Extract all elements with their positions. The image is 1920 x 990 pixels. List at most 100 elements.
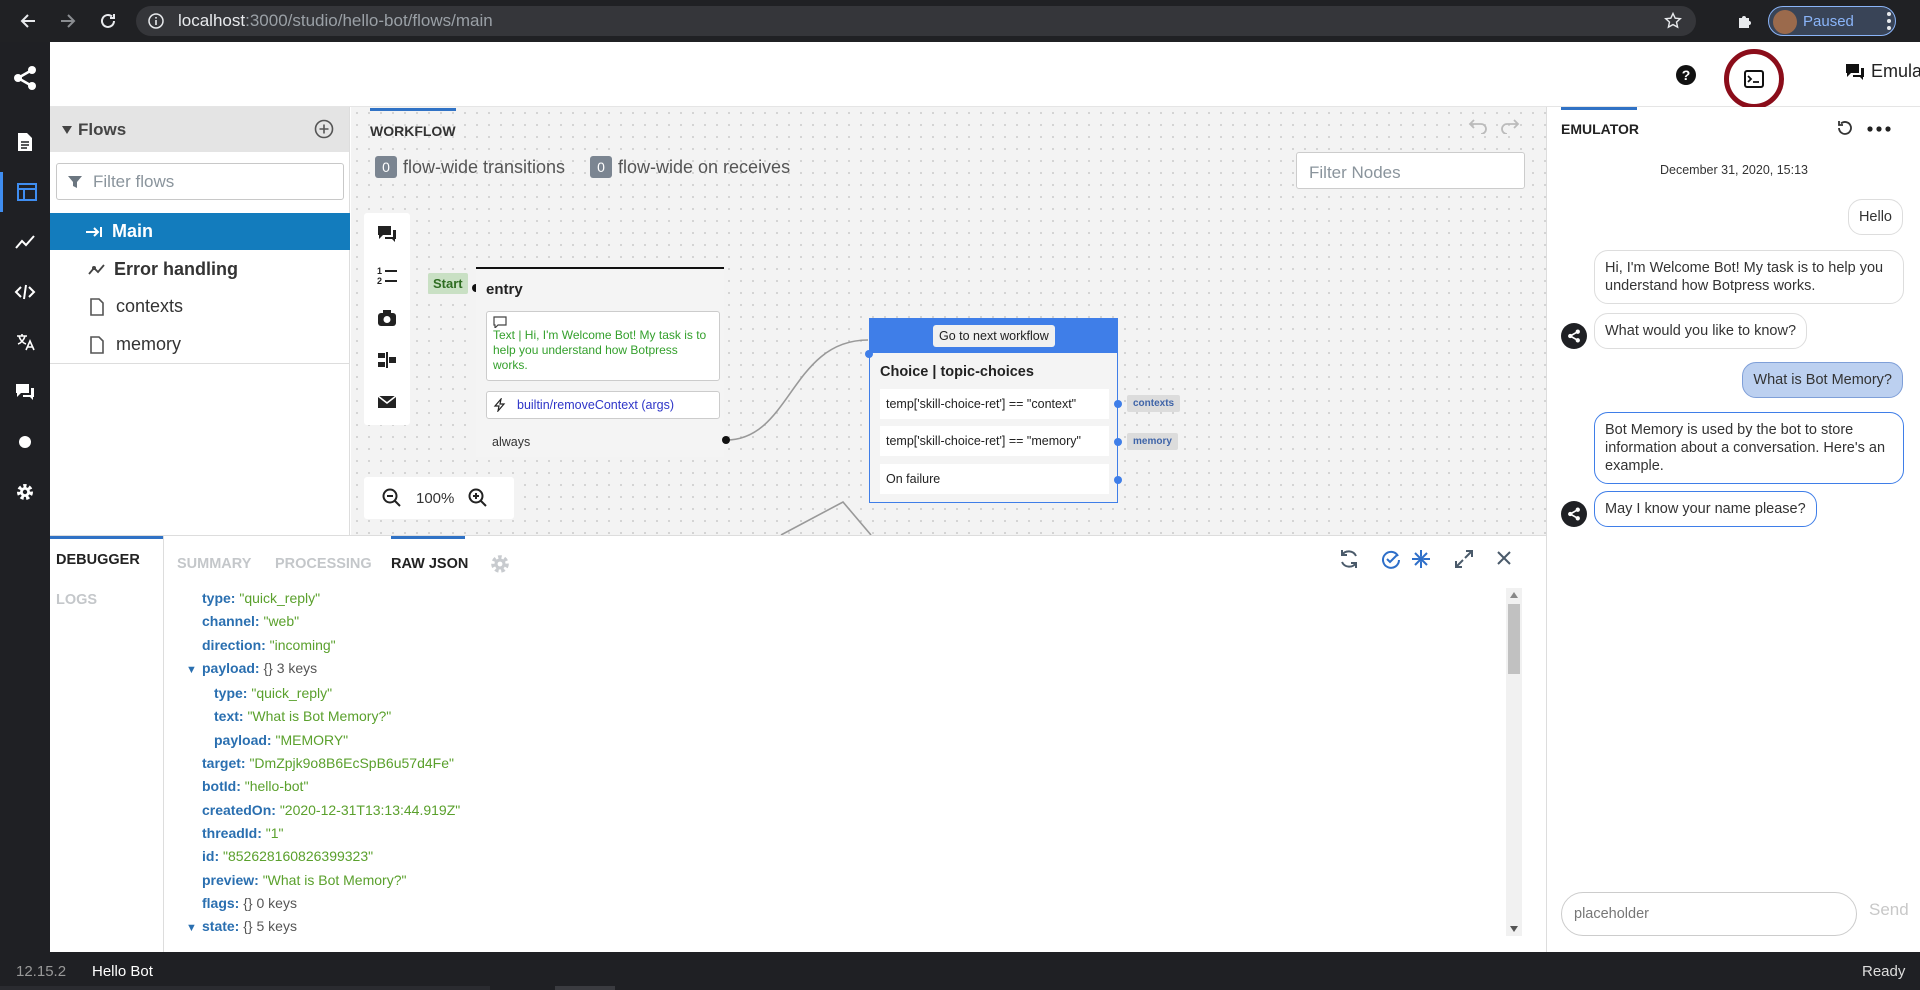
flow-item-contexts[interactable]: contexts: [50, 288, 350, 325]
divider: [50, 363, 350, 364]
tab-summary[interactable]: SUMMARY: [177, 556, 251, 572]
debugger-settings-gear-icon[interactable]: [489, 553, 511, 575]
tab-processing[interactable]: PROCESSING: [275, 556, 372, 572]
back-icon[interactable]: [8, 0, 48, 42]
status-dot-icon[interactable]: [0, 422, 50, 462]
refresh-icon[interactable]: [1338, 548, 1360, 570]
flows-header[interactable]: Flows: [50, 107, 349, 152]
bot-message: May I know your name please?: [1594, 491, 1817, 527]
choice-node-title: Choice | topic-choices: [880, 364, 1034, 380]
choice-input-port[interactable]: [865, 350, 873, 358]
version-label: 12.15.2: [16, 963, 67, 980]
choice-node[interactable]: Go to next workflow Choice | topic-choic…: [869, 318, 1118, 503]
fullscreen-icon[interactable]: [1454, 549, 1474, 569]
tab-raw-json[interactable]: RAW JSON: [391, 556, 468, 572]
network-icon[interactable]: [1410, 548, 1432, 570]
botpress-logo-icon[interactable]: [0, 58, 50, 98]
choice-output-port[interactable]: [1114, 400, 1122, 408]
zoom-out-icon[interactable]: [382, 488, 402, 508]
entry-node[interactable]: entry Text | Hi, I'm Welcome Bot! My tas…: [476, 267, 724, 457]
entry-action-label: builtin/removeContext (args): [517, 398, 675, 412]
analytics-icon[interactable]: [0, 222, 50, 262]
bot-message: What would you like to know?: [1594, 313, 1808, 349]
forward-icon[interactable]: [48, 0, 88, 42]
reload-icon[interactable]: [88, 0, 128, 42]
choice-output-port[interactable]: [1114, 476, 1122, 484]
flow-item-memory[interactable]: memory: [50, 326, 350, 363]
target-flow-label[interactable]: memory: [1127, 433, 1178, 450]
raw-json-tab-indicator: [391, 536, 465, 539]
close-icon[interactable]: [1496, 550, 1512, 566]
reset-conversation-icon[interactable]: [1836, 119, 1854, 137]
settings-gear-icon[interactable]: [0, 472, 50, 512]
address-bar[interactable]: localhost:3000/studio/hello-bot/flows/ma…: [136, 6, 1696, 36]
profile-button[interactable]: Paused: [1768, 6, 1896, 36]
json-line: direction: "incoming": [202, 636, 336, 653]
add-flow-icon[interactable]: [314, 119, 334, 139]
scroll-up-icon: [1510, 592, 1518, 598]
entry-text-content[interactable]: Text | Hi, I'm Welcome Bot! My task is t…: [486, 311, 720, 381]
user-message: Hello: [1847, 199, 1903, 235]
json-tree: type: "quick_reply" channel: "web" direc…: [186, 587, 461, 940]
go-to-next-workflow-button[interactable]: Go to next workflow: [933, 325, 1055, 347]
more-options-icon[interactable]: [1867, 126, 1891, 132]
choice-condition-row[interactable]: temp['skill-choice-ret'] == "context": [880, 389, 1109, 419]
flows-title: Flows: [78, 119, 127, 139]
chat-icon: [1846, 63, 1864, 80]
target-flow-label[interactable]: contexts: [1127, 395, 1181, 412]
browser-toolbar: localhost:3000/studio/hello-bot/flows/ma…: [0, 0, 1920, 42]
json-line-expandable[interactable]: ▼ payload: {} 3 keys: [186, 657, 460, 682]
json-line: type: "quick_reply": [214, 685, 333, 702]
choice-failure-row[interactable]: On failure: [880, 464, 1109, 494]
url-host: localhost: [178, 11, 246, 30]
flow-item-error-handling[interactable]: Error handling: [50, 251, 350, 288]
bottom-panel-toggle-button[interactable]: [1724, 49, 1784, 109]
extensions-icon[interactable]: [1736, 12, 1754, 30]
scrollbar-thumb[interactable]: [1508, 604, 1520, 674]
tab-logs[interactable]: LOGS: [56, 592, 97, 608]
emulator-toggle-button[interactable]: Emulator: [1845, 61, 1920, 82]
json-line-expandable[interactable]: ▼ state: {} 5 keys: [186, 915, 460, 940]
zoom-in-icon[interactable]: [468, 488, 488, 508]
emulator-tab-indicator: [1561, 107, 1637, 110]
caret-down-icon: [62, 125, 72, 134]
expand-arrow-icon[interactable]: ▼: [186, 917, 202, 940]
choice-condition-row[interactable]: temp['skill-choice-ret'] == "memory": [880, 426, 1109, 456]
bot-name-label[interactable]: Hello Bot: [92, 963, 153, 980]
filter-flows-input[interactable]: Filter flows: [56, 163, 344, 200]
avatar: [1773, 10, 1797, 34]
qna-icon[interactable]: [0, 372, 50, 412]
more-vert-icon[interactable]: [1886, 11, 1892, 31]
flow-item-main[interactable]: Main: [50, 213, 350, 250]
document-icon: [90, 335, 104, 354]
start-label: Start: [428, 273, 468, 294]
entry-action[interactable]: builtin/removeContext (args): [486, 391, 720, 419]
user-message: What is Bot Memory?: [1742, 362, 1903, 398]
emulator-message-input[interactable]: placeholder: [1561, 892, 1857, 936]
send-button[interactable]: Send: [1869, 900, 1909, 920]
entry-text-value: Text | Hi, I'm Welcome Bot! My task is t…: [493, 328, 707, 372]
json-line: createdOn: "2020-12-31T13:13:44.919Z": [202, 801, 461, 818]
status-label: Ready: [1862, 963, 1906, 980]
content-icon[interactable]: [0, 122, 50, 162]
bot-avatar-icon: [1561, 501, 1587, 527]
expand-arrow-icon[interactable]: ▼: [186, 659, 202, 682]
entry-output-port[interactable]: [722, 436, 730, 444]
entry-node-title: entry: [486, 281, 523, 298]
translate-icon[interactable]: [0, 322, 50, 362]
info-icon[interactable]: [148, 13, 164, 29]
filter-flows-placeholder: Filter flows: [93, 171, 175, 191]
choice-node-header: Go to next workflow: [870, 319, 1117, 353]
choice-output-port[interactable]: [1114, 438, 1122, 446]
flows-icon[interactable]: [0, 172, 50, 212]
emulator-input-placeholder: placeholder: [1574, 906, 1649, 922]
debugger-scrollbar[interactable]: [1506, 588, 1522, 936]
zoom-level: 100%: [416, 489, 455, 507]
help-icon[interactable]: ?: [1675, 64, 1697, 86]
code-editor-icon[interactable]: [0, 272, 50, 312]
star-icon[interactable]: [1664, 12, 1682, 30]
tab-debugger[interactable]: DEBUGGER: [56, 552, 140, 568]
flow-item-label: contexts: [116, 296, 184, 316]
auto-update-icon[interactable]: [1380, 548, 1402, 570]
document-icon: [90, 297, 104, 316]
